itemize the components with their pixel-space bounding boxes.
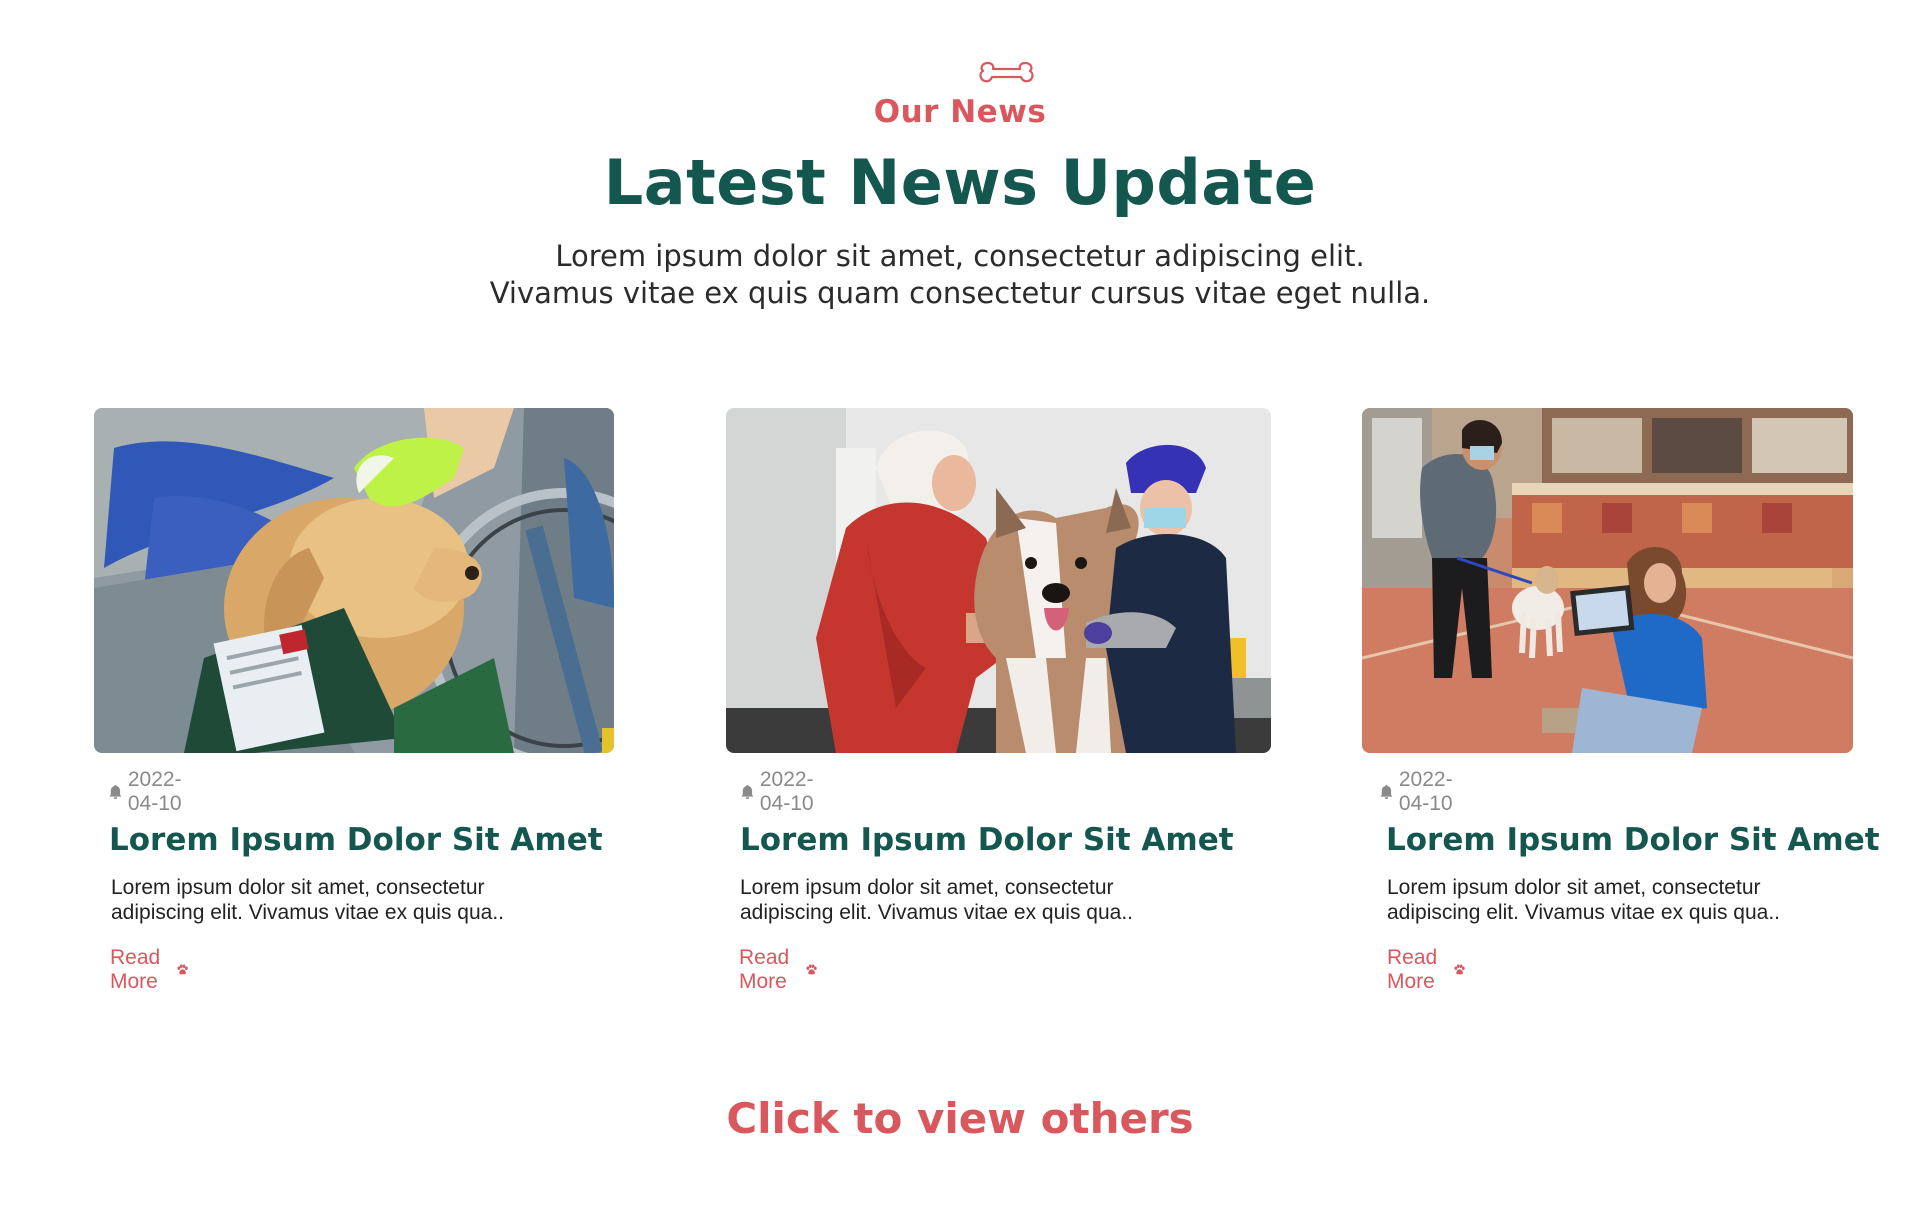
bell-icon — [1380, 784, 1393, 800]
news-card-photo[interactable] — [726, 408, 1271, 753]
news-card-excerpt: Lorem ipsum dolor sit amet, consectetur … — [740, 876, 1133, 924]
news-card-photo[interactable] — [94, 408, 614, 753]
news-card-date: 2022-04-10 — [1398, 768, 1453, 815]
paw-icon — [806, 964, 817, 975]
section-eyebrow: Our News — [873, 94, 1047, 130]
news-card-title[interactable]: Lorem Ipsum Dolor Sit Amet — [740, 822, 1234, 858]
read-more-label: Read More — [739, 946, 790, 993]
news-card-meta: 2022-04-10 — [109, 768, 191, 815]
bone-icon — [979, 61, 1034, 83]
news-card-excerpt: Lorem ipsum dolor sit amet, consectetur … — [111, 876, 504, 924]
paw-icon — [177, 964, 188, 975]
bell-icon — [741, 784, 754, 800]
news-card-date: 2022-04-10 — [127, 768, 182, 815]
news-card-title[interactable]: Lorem Ipsum Dolor Sit Amet — [1386, 822, 1880, 858]
section-intro: Lorem ipsum dolor sit amet, consectetur … — [0, 238, 1920, 312]
bell-icon — [109, 784, 122, 800]
section-headline: Latest News Update — [603, 146, 1317, 219]
intro-line-2: Vivamus vitae ex quis quam consectetur c… — [489, 276, 1431, 310]
read-more-link[interactable]: Read More — [739, 946, 817, 994]
intro-line-1: Lorem ipsum dolor sit amet, consectetur … — [555, 239, 1365, 273]
news-card-meta: 2022-04-10 — [741, 768, 823, 815]
read-more-label: Read More — [1387, 946, 1438, 993]
news-card-meta: 2022-04-10 — [1380, 768, 1462, 815]
news-card-excerpt: Lorem ipsum dolor sit amet, consectetur … — [1387, 876, 1780, 924]
news-card-title[interactable]: Lorem Ipsum Dolor Sit Amet — [109, 822, 603, 858]
read-more-link[interactable]: Read More — [1387, 946, 1465, 994]
view-others-link[interactable]: Click to view others — [0, 1092, 1920, 1146]
read-more-link[interactable]: Read More — [110, 946, 188, 994]
news-card-date: 2022-04-10 — [759, 768, 814, 815]
paw-icon — [1454, 964, 1465, 975]
news-card-photo[interactable] — [1362, 408, 1853, 753]
read-more-label: Read More — [110, 946, 161, 993]
